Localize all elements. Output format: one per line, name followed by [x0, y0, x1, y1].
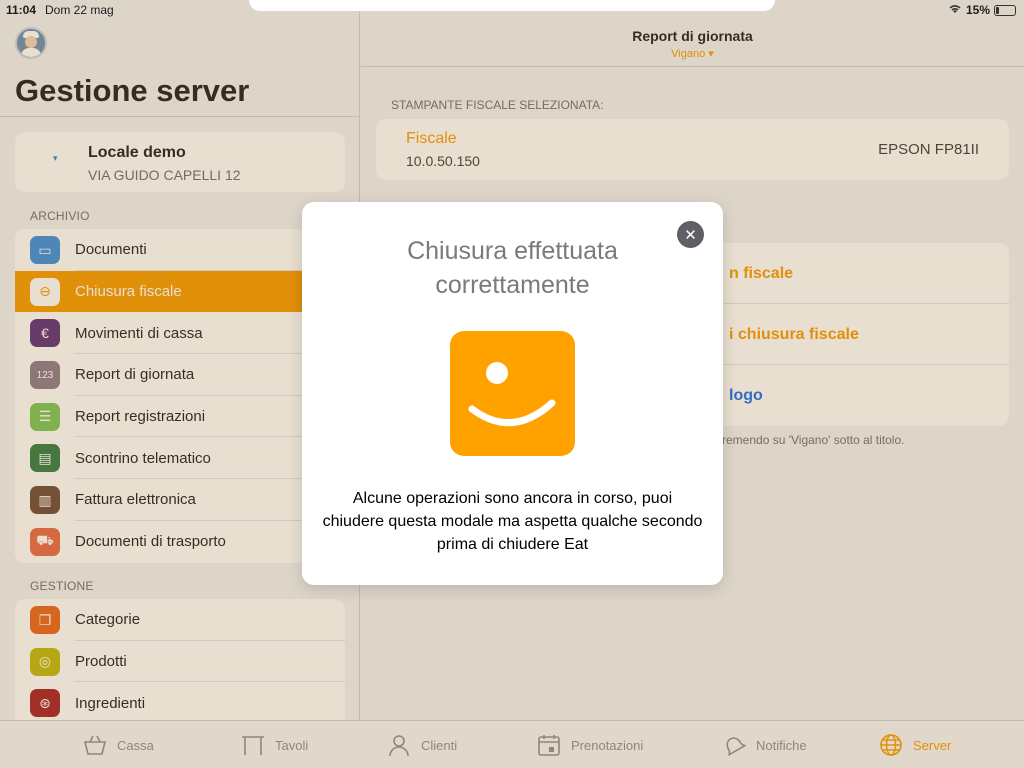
app-logo-icon: [450, 331, 575, 456]
battery-icon: [994, 4, 1016, 16]
battery-percent: 15%: [965, 3, 990, 17]
status-date: Dom 22 mag: [45, 3, 114, 17]
status-time: 11:04: [6, 3, 37, 17]
top-sheet-edge: [249, 0, 775, 11]
success-modal: ✕ Chiusura effettuata correttamente Alcu…: [302, 202, 723, 585]
wifi-icon: [948, 3, 962, 17]
modal-message: Alcune operazioni sono ancora in corso, …: [322, 490, 703, 553]
status-right: 15%: [948, 3, 1016, 17]
modal-title: Chiusura effettuata correttamente: [407, 237, 618, 299]
